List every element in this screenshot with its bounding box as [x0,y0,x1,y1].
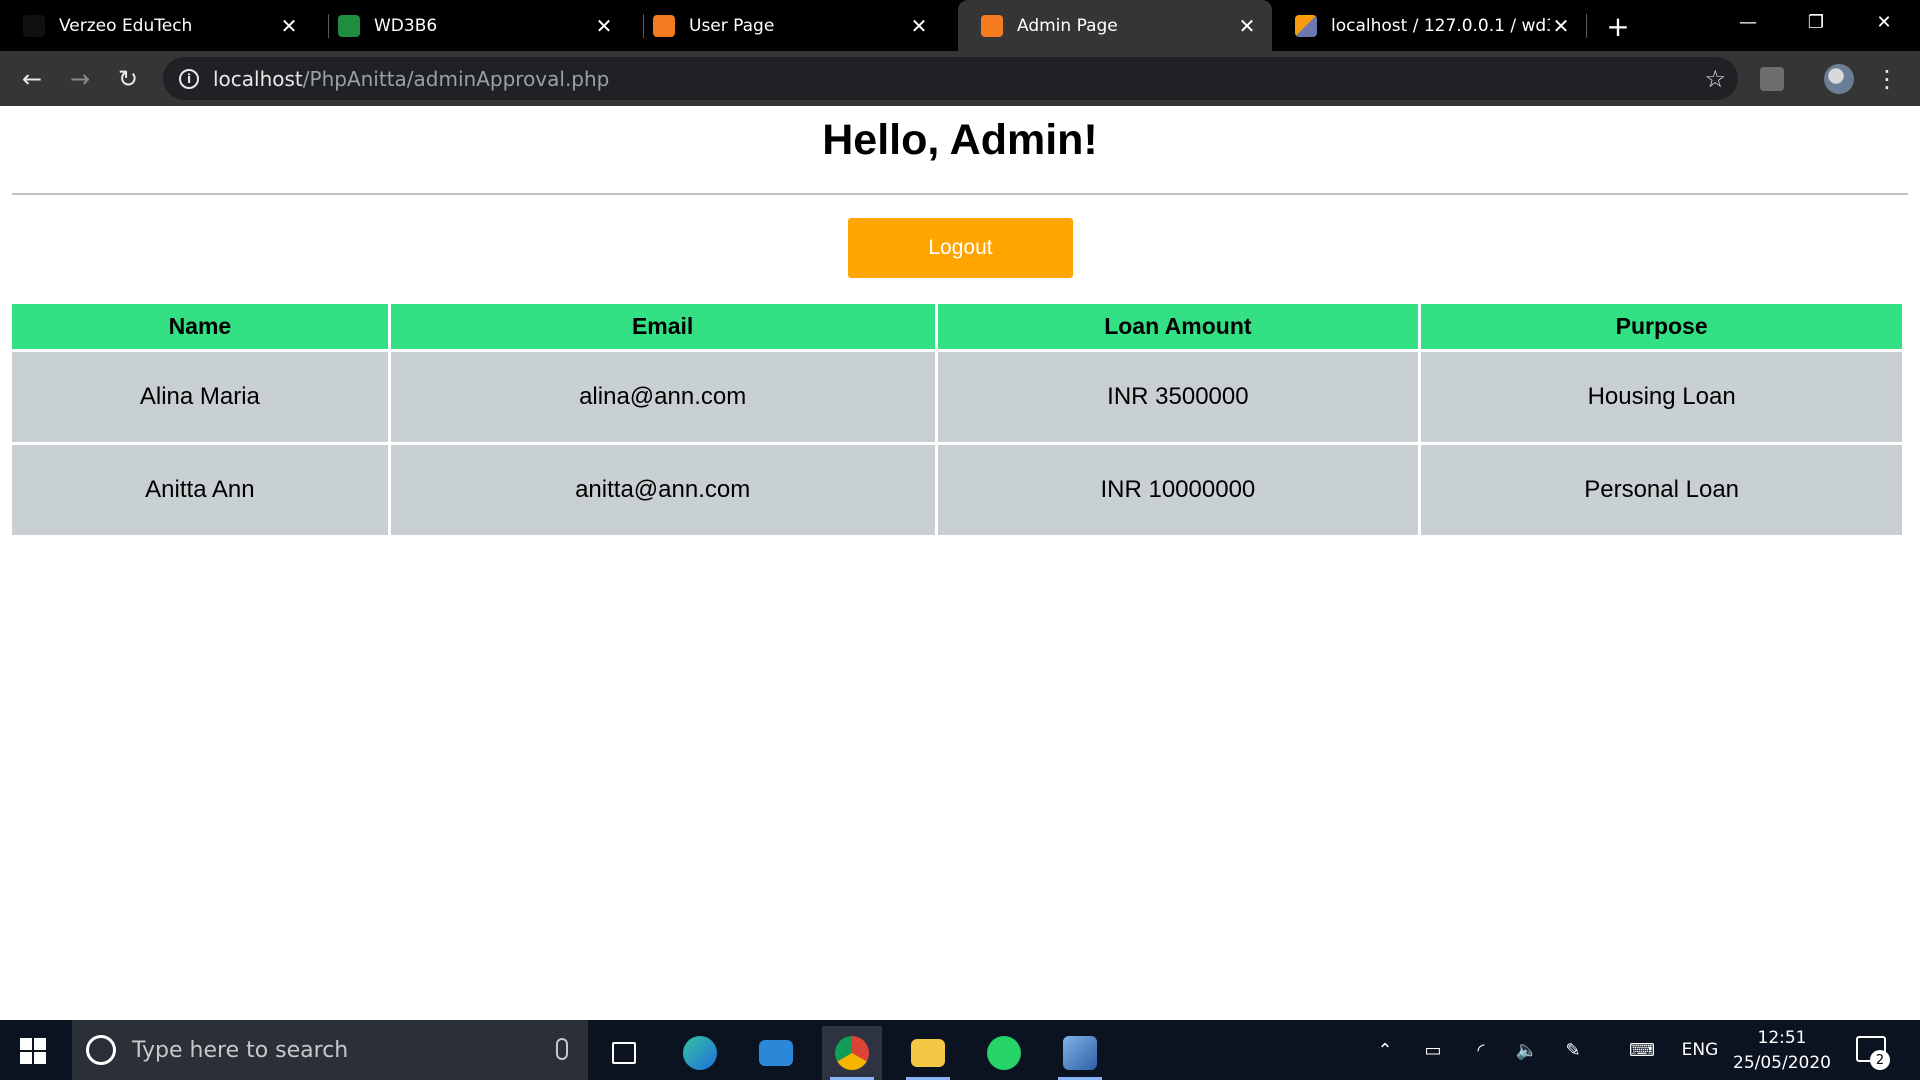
mail-icon[interactable] [746,1026,806,1080]
cortana-icon[interactable] [86,1035,116,1065]
reload-button[interactable]: ↻ [110,61,146,97]
xampp-icon [653,14,675,37]
tab-admin-page[interactable]: Admin Page ✕ [958,0,1272,51]
table-row: Alina Maria alina@ann.com INR 3500000 Ho… [12,352,1902,442]
column-header-purpose: Purpose [1421,304,1902,349]
search-placeholder: Type here to search [132,1037,349,1063]
page-content: Hello, Admin! Logout Name Email Loan Amo… [0,106,1920,1020]
taskbar: Type here to search ⌃ ▭ ◜ 🔈 ✎ ⌨ ENG 12:5… [0,1020,1920,1080]
new-tab-button[interactable]: + [1600,10,1636,43]
wifi-icon[interactable]: ◜ [1464,1020,1498,1080]
cell-purpose: Housing Loan [1421,352,1902,442]
clock-time: 12:51 [1757,1028,1807,1048]
cell-name: Anitta Ann [12,445,388,535]
cell-email: alina@ann.com [390,352,935,442]
forward-button[interactable]: → [62,61,98,97]
chrome-icon[interactable] [822,1026,882,1080]
clock-date: 25/05/2020 [1733,1053,1831,1073]
url-host: localhost [213,66,303,91]
tab-title: Admin Page [1017,15,1118,36]
cell-loan-amount: INR 3500000 [937,352,1419,442]
bookmark-star-icon[interactable]: ☆ [1704,65,1726,94]
keyboard-icon[interactable]: ⌨ [1620,1020,1664,1080]
cell-email: anitta@ann.com [390,445,935,535]
taskbar-clock[interactable]: 12:51 25/05/2020 [1728,1026,1836,1076]
cell-name: Alina Maria [12,352,388,442]
close-icon[interactable]: ✕ [908,14,930,38]
pen-icon[interactable]: ✎ [1556,1020,1590,1080]
volume-icon[interactable]: 🔈 [1510,1020,1544,1080]
tab-user-page[interactable]: User Page ✕ [630,0,944,51]
restore-button[interactable]: ❐ [1788,0,1844,44]
info-icon[interactable]: i [179,68,199,89]
virtualbox-icon[interactable] [1050,1026,1110,1080]
browser-toolbar: ← → ↻ i localhost/PhpAnitta/adminApprova… [0,51,1920,106]
sheets-icon [338,14,360,37]
close-window-button[interactable]: ✕ [1856,0,1912,44]
language-indicator[interactable]: ENG [1680,1020,1720,1080]
file-explorer-icon[interactable] [898,1026,958,1080]
task-view-icon[interactable] [594,1026,654,1080]
cell-loan-amount: INR 10000000 [937,445,1419,535]
close-icon[interactable]: ✕ [278,14,300,38]
microphone-icon[interactable] [556,1038,568,1060]
close-icon[interactable]: ✕ [1236,14,1258,38]
tab-phpmyadmin[interactable]: localhost / 127.0.0.1 / wd3b ✕ [1272,0,1586,51]
loan-table: Name Email Loan Amount Purpose Alina Mar… [9,301,1905,538]
taskbar-search-box[interactable]: Type here to search [72,1020,588,1080]
verzeo-icon [23,14,45,37]
notification-count-badge: 2 [1870,1050,1890,1070]
battery-icon[interactable]: ▭ [1416,1020,1450,1080]
edge-icon[interactable] [670,1026,730,1080]
windows-start-icon[interactable] [20,1038,46,1064]
phpmyadmin-icon [1295,14,1317,37]
browser-tab-strip: Verzeo EduTech ✕ WD3B6 ✕ User Page ✕ Adm… [0,0,1920,51]
menu-icon[interactable]: ⋮ [1874,63,1900,95]
tab-wd3b6[interactable]: WD3B6 ✕ [315,0,629,51]
column-header-loan-amount: Loan Amount [937,304,1419,349]
table-row: Anitta Ann anitta@ann.com INR 10000000 P… [12,445,1902,535]
profile-avatar[interactable] [1824,64,1854,94]
tab-verzeo-edutech[interactable]: Verzeo EduTech ✕ [0,0,314,51]
cell-purpose: Personal Loan [1421,445,1902,535]
tab-separator [1586,14,1587,38]
url-text: localhost/PhpAnitta/adminApproval.php [213,67,609,91]
address-bar[interactable]: i localhost/PhpAnitta/adminApproval.php … [163,57,1738,100]
logout-button[interactable]: Logout [848,218,1073,278]
close-icon[interactable]: ✕ [1550,14,1572,38]
extension-icon[interactable] [1760,67,1784,91]
url-path: /PhpAnitta/adminApproval.php [302,66,610,91]
divider [12,193,1908,195]
tab-title: WD3B6 [374,15,438,36]
xampp-icon [981,14,1003,37]
tab-title: User Page [689,15,775,36]
column-header-name: Name [12,304,388,349]
whatsapp-icon[interactable] [974,1026,1034,1080]
close-icon[interactable]: ✕ [593,14,615,38]
back-button[interactable]: ← [14,61,50,97]
page-title: Hello, Admin! [822,116,1098,164]
tab-title: localhost / 127.0.0.1 / wd3b [1331,15,1550,36]
column-header-email: Email [390,304,935,349]
show-hidden-icons-chevron[interactable]: ⌃ [1370,1020,1400,1080]
minimize-button[interactable]: — [1720,0,1776,44]
tab-title: Verzeo EduTech [59,15,193,36]
table-header-row: Name Email Loan Amount Purpose [12,304,1902,349]
